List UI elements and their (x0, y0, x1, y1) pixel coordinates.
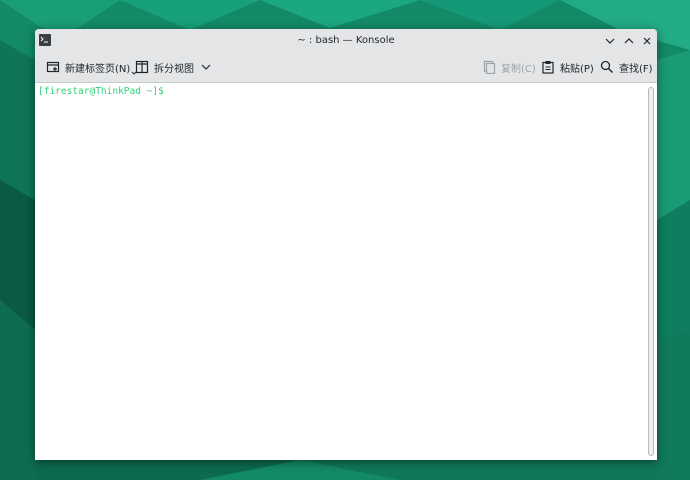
chevron-up-icon (624, 37, 633, 43)
find-label: 查找(F) (619, 63, 653, 75)
split-view-label: 拆分视图 (154, 63, 194, 75)
close-button[interactable] (638, 32, 655, 49)
window-title: ~ : bash — Konsole (297, 35, 395, 46)
chevron-down-icon (201, 64, 211, 70)
find-button[interactable]: 查找(F) (599, 52, 653, 82)
new-tab-icon (45, 59, 61, 75)
new-tab-label: 新建标签页(N) (65, 63, 131, 75)
copy-button[interactable]: 复制(C) (481, 52, 536, 82)
copy-icon (481, 59, 497, 75)
paste-button[interactable]: 粘贴(P) (540, 52, 594, 82)
new-tab-button[interactable]: 新建标签页(N) (45, 52, 137, 82)
maximize-button[interactable] (620, 32, 637, 49)
split-view-button[interactable]: 拆分视图 (134, 52, 211, 82)
scrollbar[interactable] (645, 83, 657, 460)
konsole-window: ~ : bash — Konsole 新建标签页(N) 拆分视图 复制(C) 粘… (35, 29, 657, 460)
minimize-button[interactable] (601, 32, 618, 49)
paste-icon (540, 59, 556, 75)
paste-label: 粘贴(P) (560, 63, 594, 75)
terminal-area[interactable]: [firestar@ThinkPad ~]$ (35, 83, 645, 460)
close-icon (643, 37, 650, 44)
split-view-icon (134, 59, 150, 75)
search-icon (599, 59, 615, 75)
copy-label: 复制(C) (501, 63, 536, 75)
scrollbar-track[interactable] (648, 87, 654, 456)
toolbar: 新建标签页(N) 拆分视图 复制(C) 粘贴(P) 查找(F) (35, 52, 657, 83)
title-bar[interactable]: ~ : bash — Konsole (35, 29, 657, 52)
shell-prompt: [firestar@ThinkPad ~]$ (38, 86, 164, 97)
chevron-down-icon (605, 38, 614, 44)
